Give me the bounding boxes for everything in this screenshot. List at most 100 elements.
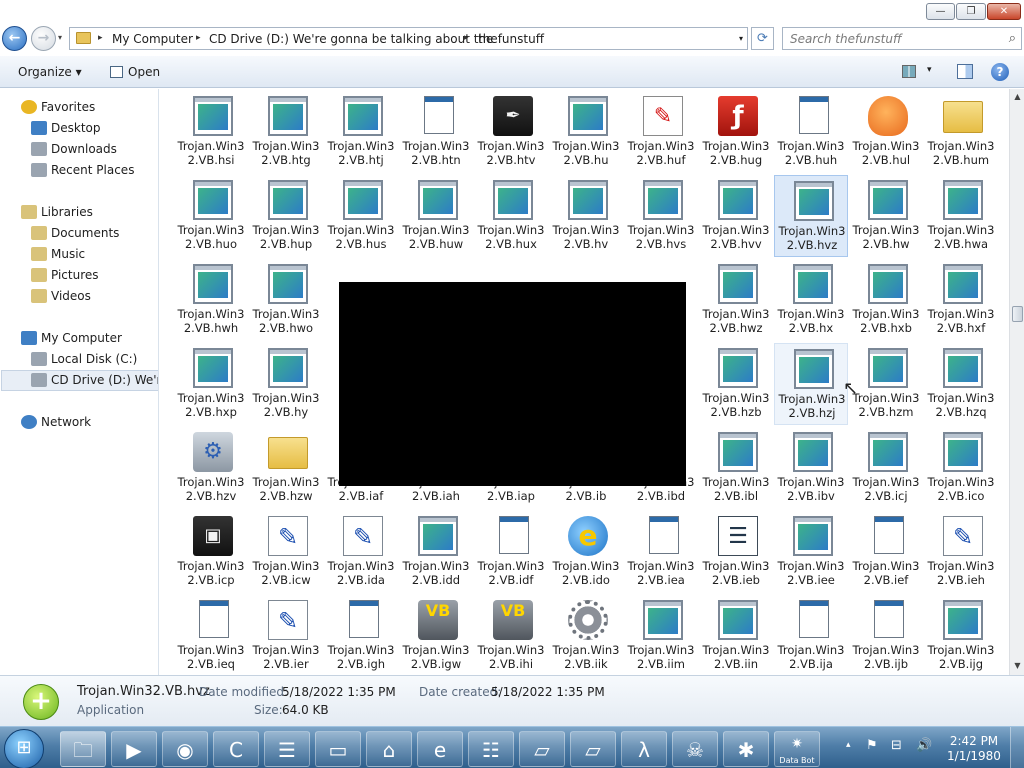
file-item[interactable]: Trojan.Win32.VB.igh <box>324 595 398 675</box>
search-input[interactable]: Search thefunstuff ⌕ <box>782 27 1022 50</box>
file-item[interactable]: ☰ Trojan.Win32.VB.ieb <box>699 511 773 593</box>
file-item[interactable]: ⚙ Trojan.Win32.VB.hzv <box>174 427 248 509</box>
notepad-taskbar-button[interactable]: ☰ <box>264 731 310 767</box>
file-item[interactable]: Trojan.Win32.VB.hus <box>324 175 398 257</box>
file-item[interactable]: VB Trojan.Win32.VB.ihi <box>474 595 548 675</box>
list-taskbar-button[interactable]: ☷ <box>468 731 514 767</box>
file-item[interactable]: VB Trojan.Win32.VB.igw <box>399 595 473 675</box>
file-item[interactable]: ▣ Trojan.Win32.VB.icp <box>174 511 248 593</box>
file-item[interactable]: Trojan.Win32.VB.ibl <box>699 427 773 509</box>
vertical-scrollbar[interactable]: ▲ ▼ <box>1009 89 1024 675</box>
file-item[interactable]: Trojan.Win32.VB.hxp <box>174 343 248 425</box>
forward-button[interactable]: → <box>31 26 56 51</box>
file-item[interactable]: Trojan.Win32.VB.hum <box>924 91 998 173</box>
file-item[interactable]: Trojan.Win32.VB.hvs <box>624 175 698 257</box>
file-item[interactable]: Trojan.Win32.VB.hux <box>474 175 548 257</box>
views-dropdown-icon[interactable]: ▾ <box>927 65 932 75</box>
file-item[interactable]: Trojan.Win32.VB.hzj <box>774 343 848 425</box>
file-item[interactable]: e Trojan.Win32.VB.ido <box>549 511 623 593</box>
history-dropdown-icon[interactable]: ▾ <box>58 33 62 42</box>
refresh-button[interactable]: ⟳ <box>751 27 774 50</box>
address-bar[interactable]: ▸ My Computer ▸ CD Drive (D:) We're gonn… <box>69 27 748 50</box>
open-button[interactable]: Open <box>110 65 160 79</box>
ie-taskbar-button[interactable]: e <box>417 731 463 767</box>
file-item[interactable]: Trojan.Win32.VB.ibv <box>774 427 848 509</box>
home-taskbar-button[interactable]: ⌂ <box>366 731 412 767</box>
file-item[interactable]: Trojan.Win32.VB.hzq <box>924 343 998 425</box>
file-item[interactable]: Trojan.Win32.VB.hsi <box>174 91 248 173</box>
file-item[interactable]: Trojan.Win32.VB.hwo <box>249 259 323 341</box>
file-item[interactable]: ✒ Trojan.Win32.VB.htv <box>474 91 548 173</box>
file-item[interactable]: Trojan.Win32.VB.huw <box>399 175 473 257</box>
minimize-button[interactable]: — <box>926 3 955 20</box>
file-item[interactable]: Trojan.Win32.VB.hzm <box>849 343 923 425</box>
ccleaner-taskbar-button[interactable]: C <box>213 731 259 767</box>
media-player-taskbar-button[interactable]: ▶ <box>111 731 157 767</box>
file-item[interactable]: Trojan.Win32.VB.hup <box>249 175 323 257</box>
file2-taskbar-button[interactable]: ▱ <box>570 731 616 767</box>
file-item[interactable]: Trojan.Win32.VB.ijb <box>849 595 923 675</box>
close-button[interactable]: ✕ <box>987 3 1021 20</box>
volume-icon[interactable]: 🔊 <box>916 738 932 753</box>
file-item[interactable]: Trojan.Win32.VB.hzw <box>249 427 323 509</box>
file-item[interactable]: Trojan.Win32.VB.ief <box>849 511 923 593</box>
file-item[interactable]: ✎ Trojan.Win32.VB.ier <box>249 595 323 675</box>
file-item[interactable]: Trojan.Win32.VB.hul <box>849 91 923 173</box>
file-item[interactable]: Trojan.Win32.VB.ieq <box>174 595 248 675</box>
start-button[interactable]: ⊞ <box>4 729 44 768</box>
show-hidden-icons-button[interactable]: ▴ <box>846 740 851 750</box>
file-item[interactable]: Trojan.Win32.VB.icj <box>849 427 923 509</box>
back-button[interactable]: ← <box>2 26 27 51</box>
file-item[interactable]: Trojan.Win32.VB.htj <box>324 91 398 173</box>
explorer-taskbar-button[interactable]: 🗀 <box>60 731 106 767</box>
skull-taskbar-button[interactable]: ☠ <box>672 731 718 767</box>
organize-button[interactable]: Organize ▾ <box>18 65 82 79</box>
file-item[interactable]: Trojan.Win32.VB.hu <box>549 91 623 173</box>
file-item[interactable]: Trojan.Win32.VB.hy <box>249 343 323 425</box>
file-item[interactable]: Trojan.Win32.VB.hx <box>774 259 848 341</box>
file-item[interactable]: Trojan.Win32.VB.hzb <box>699 343 773 425</box>
file-item[interactable]: Trojan.Win32.VB.huo <box>174 175 248 257</box>
file-item[interactable]: Trojan.Win32.VB.iin <box>699 595 773 675</box>
file-item[interactable]: Trojan.Win32.VB.ijg <box>924 595 998 675</box>
breadcrumb-separator[interactable]: ▸ <box>98 33 103 43</box>
change-view-icon[interactable] <box>902 65 916 78</box>
address-dropdown-icon[interactable]: ▾ <box>739 34 743 43</box>
file-item[interactable]: Trojan.Win32.VB.hxf <box>924 259 998 341</box>
file-item[interactable]: Trojan.Win32.VB.hw <box>849 175 923 257</box>
scroll-down-icon[interactable]: ▼ <box>1012 661 1023 670</box>
file-item[interactable]: Trojan.Win32.VB.idf <box>474 511 548 593</box>
file-item[interactable]: Trojan.Win32.VB.iim <box>624 595 698 675</box>
breadcrumb-thefunstuff[interactable]: thefunstuff <box>478 32 544 46</box>
file-item[interactable]: Trojan.Win32.VB.ija <box>774 595 848 675</box>
file-item[interactable]: ✎ Trojan.Win32.VB.ida <box>324 511 398 593</box>
file-item[interactable]: Trojan.Win32.VB.hxb <box>849 259 923 341</box>
scrollbar-thumb[interactable] <box>1012 306 1023 322</box>
breadcrumb-my-computer[interactable]: My Computer <box>112 32 193 46</box>
red-app-taskbar-button[interactable]: ✱ <box>723 731 769 767</box>
file-item[interactable]: Trojan.Win32.VB.huh <box>774 91 848 173</box>
file-item[interactable]: ✎ Trojan.Win32.VB.icw <box>249 511 323 593</box>
breadcrumb-separator[interactable]: ▸ <box>196 33 201 43</box>
file-item[interactable]: Trojan.Win32.VB.hwz <box>699 259 773 341</box>
file-item[interactable]: Trojan.Win32.VB.hwh <box>174 259 248 341</box>
file-item[interactable]: Trojan.Win32.VB.iik <box>549 595 623 675</box>
file-item[interactable]: Trojan.Win32.VB.hwa <box>924 175 998 257</box>
file-item[interactable]: Trojan.Win32.VB.ico <box>924 427 998 509</box>
file-item[interactable]: ƒ Trojan.Win32.VB.hug <box>699 91 773 173</box>
data-bot-taskbar-button[interactable]: ✷ Data Bot <box>774 731 820 767</box>
file-item[interactable]: Trojan.Win32.VB.iee <box>774 511 848 593</box>
file-item[interactable]: Trojan.Win32.VB.hvz <box>774 175 848 257</box>
breadcrumb-cd-drive[interactable]: CD Drive (D:) We're gonna be talking abo… <box>209 32 493 46</box>
network-tray-icon[interactable]: ⊟ <box>891 738 902 753</box>
breadcrumb-separator[interactable]: ▸ <box>464 33 469 43</box>
action-center-icon[interactable]: ⚑ <box>866 738 878 753</box>
clock[interactable]: 2:42 PM 1/1/1980 <box>944 734 1004 764</box>
show-desktop-button[interactable] <box>1010 727 1024 768</box>
window-taskbar-button[interactable]: ▭ <box>315 731 361 767</box>
halflife-taskbar-button[interactable]: λ <box>621 731 667 767</box>
file-item[interactable]: Trojan.Win32.VB.hvv <box>699 175 773 257</box>
file-item[interactable]: ✎ Trojan.Win32.VB.ieh <box>924 511 998 593</box>
file-item[interactable]: Trojan.Win32.VB.htg <box>249 91 323 173</box>
file-item[interactable]: Trojan.Win32.VB.idd <box>399 511 473 593</box>
